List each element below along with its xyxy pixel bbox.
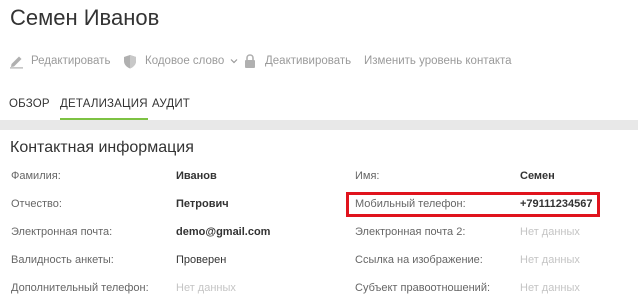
change-level-label: Изменить уровень контакта <box>364 55 512 67</box>
field-label-extra-phone: Дополнительный телефон: <box>11 282 149 294</box>
field-value-patronymic: Петрович <box>176 198 229 210</box>
deactivate-button[interactable]: Деактивировать <box>242 52 351 70</box>
field-label-first-name: Имя: <box>355 170 380 182</box>
mobile-phone-highlight-box <box>346 192 600 217</box>
section-divider <box>0 120 638 130</box>
deactivate-label: Деактивировать <box>265 55 352 67</box>
field-value-extra-phone: Нет данных <box>176 282 236 294</box>
field-value-email-2: Нет данных <box>520 226 580 238</box>
shield-icon <box>122 53 138 69</box>
pencil-icon <box>8 53 24 69</box>
field-label-validity: Валидность анкеты: <box>11 254 114 266</box>
field-label-legal-subject: Субъект правоотношений: <box>355 282 491 294</box>
edit-button[interactable]: Редактировать <box>8 52 110 70</box>
field-value-validity: Проверен <box>176 254 227 266</box>
edit-button-label: Редактировать <box>31 55 111 67</box>
lock-icon <box>242 53 258 69</box>
tab-details[interactable]: ДЕТАЛИЗАЦИЯ <box>60 90 148 120</box>
field-label-image-link: Ссылка на изображение: <box>355 254 483 266</box>
change-level-button[interactable]: Изменить уровень контакта <box>364 52 512 70</box>
tab-audit[interactable]: АУДИТ <box>152 90 190 120</box>
field-value-email: demo@gmail.com <box>176 226 271 238</box>
tab-bar: ОБЗОР ДЕТАЛИЗАЦИЯ АУДИТ <box>0 90 638 120</box>
field-value-last-name: Иванов <box>176 170 217 182</box>
contact-info-title: Контактная информация <box>10 139 194 156</box>
action-toolbar: Редактировать Кодовое слово Деактивирова… <box>0 52 638 70</box>
page-title: Семен Иванов <box>10 5 160 30</box>
tab-overview[interactable]: ОБЗОР <box>9 90 50 120</box>
field-label-patronymic: Отчество: <box>11 198 62 210</box>
field-value-image-link: Нет данных <box>520 254 580 266</box>
field-value-first-name: Семен <box>520 170 555 182</box>
field-label-last-name: Фамилия: <box>11 170 61 182</box>
chevron-down-icon <box>230 57 238 65</box>
field-label-email-2: Электронная почта 2: <box>355 226 466 238</box>
field-value-legal-subject: Нет данных <box>520 282 580 294</box>
field-label-email: Электронная почта: <box>11 226 113 238</box>
codeword-dropdown[interactable]: Кодовое слово <box>122 52 238 70</box>
codeword-label: Кодовое слово <box>145 55 225 67</box>
